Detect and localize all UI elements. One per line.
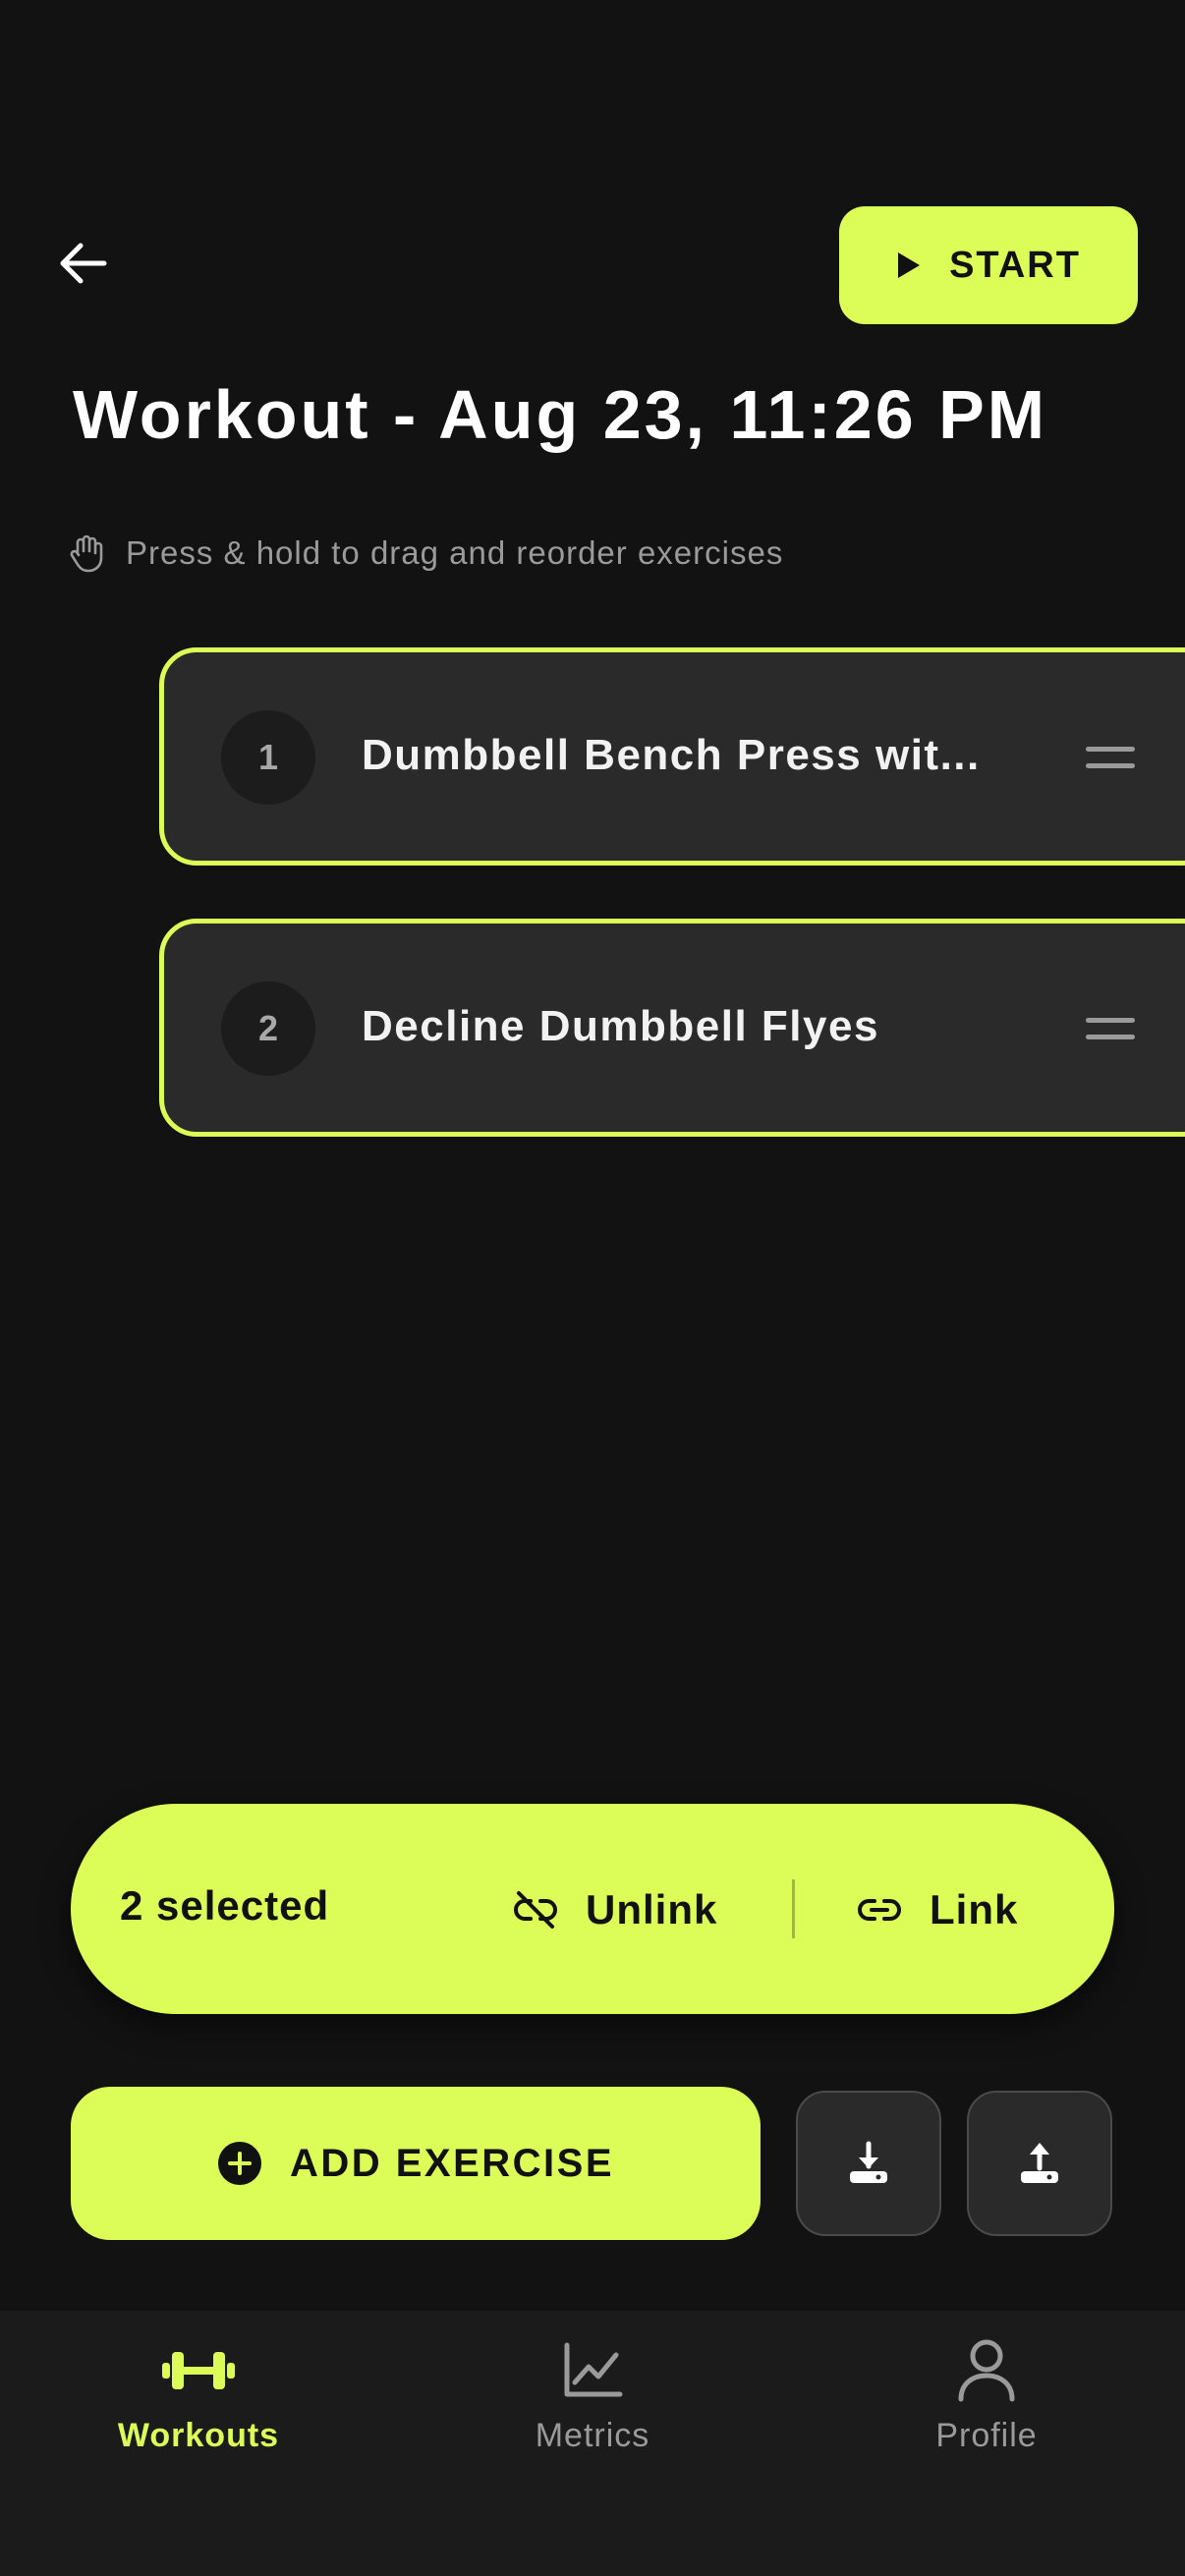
action-divider: [792, 1879, 795, 1938]
page-title: Workout - Aug 23, 11:26 PM: [73, 376, 1048, 453]
start-button[interactable]: START: [839, 206, 1138, 324]
reorder-hint: Press & hold to drag and reorder exercis…: [67, 529, 783, 578]
hand-icon: [67, 533, 106, 573]
exercise-name: Dumbbell Bench Press wit...: [362, 731, 981, 779]
upload-button[interactable]: [967, 2091, 1112, 2236]
exercise-card[interactable]: 1 Dumbbell Bench Press wit...: [159, 647, 1185, 866]
exercise-name: Decline Dumbbell Flyes: [362, 1002, 879, 1050]
exercise-number: 2: [221, 981, 315, 1076]
link-icon: [858, 1899, 901, 1921]
start-button-label: START: [949, 244, 1081, 286]
link-button[interactable]: Link: [855, 1869, 1018, 1951]
unlink-icon: [514, 1891, 557, 1929]
arrow-left-icon: [60, 243, 107, 284]
dumbbell-icon: [157, 2336, 240, 2405]
plus-circle-icon: [217, 2142, 261, 2185]
drag-handle-icon[interactable]: [1086, 1014, 1135, 1043]
nav-label-profile: Profile: [935, 2417, 1038, 2454]
nav-item-metrics[interactable]: Metrics: [475, 2336, 710, 2484]
link-label: Link: [930, 1886, 1019, 1932]
exercise-card[interactable]: 2 Decline Dumbbell Flyes: [159, 919, 1185, 1137]
play-icon: [898, 252, 921, 278]
chart-icon: [551, 2336, 634, 2405]
nav-label-workouts: Workouts: [117, 2417, 280, 2454]
bottom-nav: Workouts Metrics Profile: [0, 2311, 1185, 2576]
back-button[interactable]: [47, 228, 118, 299]
selected-count: 2 selected: [120, 1882, 330, 1929]
workout-screen: START Workout - Aug 23, 11:26 PM Press &…: [0, 0, 1185, 2576]
download-button[interactable]: [796, 2091, 941, 2236]
add-exercise-button[interactable]: ADD EXERCISE: [71, 2087, 761, 2240]
selection-action-bar: 2 selected Unlink Link: [71, 1804, 1114, 2014]
person-icon: [945, 2336, 1028, 2405]
nav-item-profile[interactable]: Profile: [869, 2336, 1104, 2484]
nav-item-workouts[interactable]: Workouts: [81, 2336, 316, 2484]
unlink-label: Unlink: [586, 1886, 718, 1932]
download-icon: [850, 2141, 887, 2183]
add-exercise-label: ADD EXERCISE: [289, 2141, 615, 2185]
unlink-button[interactable]: Unlink: [511, 1869, 717, 1951]
nav-label-metrics: Metrics: [535, 2417, 650, 2454]
drag-handle-icon[interactable]: [1086, 743, 1135, 772]
exercise-number: 1: [221, 710, 315, 805]
upload-icon: [1021, 2143, 1058, 2183]
reorder-hint-text: Press & hold to drag and reorder exercis…: [126, 534, 784, 571]
